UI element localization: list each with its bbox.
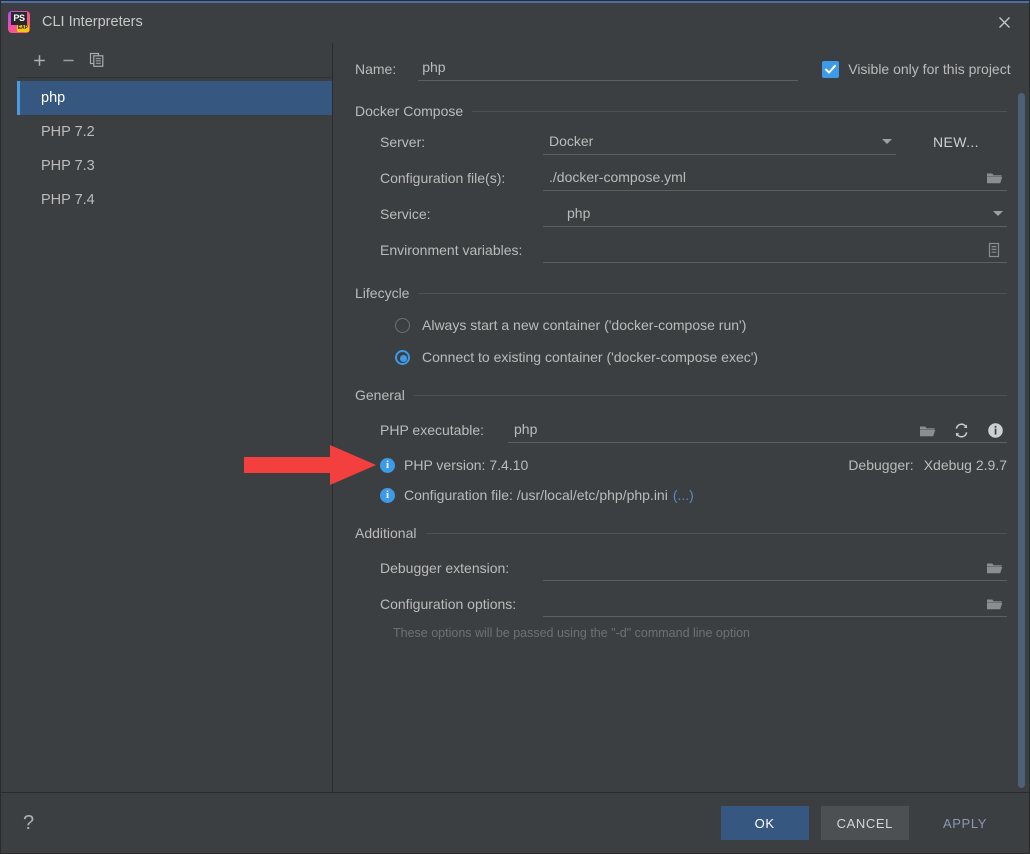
debugger-extension-row: Debugger extension:: [355, 557, 1007, 581]
general-section-header: General: [355, 387, 1007, 403]
name-label: Name:: [355, 61, 397, 77]
debugger-extension-input[interactable]: [543, 557, 1007, 581]
configuration-file-more-link[interactable]: (...): [673, 487, 694, 503]
section-divider: [425, 532, 1007, 534]
connect-to-existing-container-radio[interactable]: Connect to existing container ('docker-c…: [355, 349, 1007, 365]
docker-compose-section-header: Docker Compose: [355, 103, 1007, 119]
dialog-content: php PHP 7.2 PHP 7.3 PHP 7.4 Name: php Vi…: [1, 41, 1029, 792]
ok-button[interactable]: OK: [720, 806, 809, 840]
refresh-icon[interactable]: [951, 421, 971, 440]
server-dropdown[interactable]: Docker: [543, 131, 896, 155]
chevron-down-icon: [882, 138, 892, 144]
debugger-value: Xdebug 2.9.7: [923, 457, 1007, 473]
variables-list-icon[interactable]: [984, 241, 1004, 259]
add-interpreter-button[interactable]: [26, 48, 52, 72]
php-executable-value: php: [514, 421, 538, 437]
service-dropdown[interactable]: php: [543, 203, 1007, 227]
php-executable-actions: [917, 421, 1005, 440]
configuration-file-text: Configuration file: /usr/local/etc/php/p…: [404, 487, 668, 503]
phpstorm-icon: [8, 11, 30, 33]
environment-variables-row: Environment variables:: [355, 239, 1007, 263]
info-icon: i: [380, 457, 395, 473]
list-item[interactable]: PHP 7.4: [17, 183, 332, 217]
service-value: php: [567, 205, 591, 221]
additional-section-header: Additional: [355, 525, 1007, 541]
general-section-title: General: [355, 387, 405, 403]
list-item-label: PHP 7.2: [41, 124, 95, 140]
list-item-label: PHP 7.4: [41, 192, 95, 208]
list-item[interactable]: PHP 7.3: [17, 149, 332, 183]
list-item[interactable]: PHP 7.2: [17, 115, 332, 149]
configuration-options-hint: These options will be passed using the "…: [393, 626, 750, 640]
dialog-footer: ? OK CANCEL APPLY: [1, 792, 1029, 853]
name-input[interactable]: php: [418, 57, 799, 81]
configuration-options-input[interactable]: [543, 593, 1007, 617]
debugger-extension-label: Debugger extension:: [380, 560, 510, 576]
copy-interpreter-button[interactable]: [84, 48, 110, 72]
configuration-options-label: Configuration options:: [380, 596, 517, 612]
interpreters-toolbar: [17, 43, 332, 78]
visible-only-checkbox[interactable]: Visible only for this project: [822, 60, 1011, 78]
configuration-files-label: Configuration file(s):: [380, 170, 506, 186]
section-divider: [413, 394, 1007, 396]
list-item-label: PHP 7.3: [41, 158, 95, 174]
info-icon[interactable]: [985, 421, 1005, 440]
close-icon[interactable]: [985, 7, 1023, 37]
environment-variables-label: Environment variables:: [380, 242, 523, 258]
list-item[interactable]: php: [17, 81, 332, 115]
additional-section-title: Additional: [355, 525, 417, 541]
lifecycle-section-title: Lifecycle: [355, 285, 410, 301]
connect-to-existing-container-label: Connect to existing container ('docker-c…: [422, 349, 759, 365]
always-start-new-container-radio[interactable]: Always start a new container ('docker-co…: [355, 317, 1007, 333]
title-bar: CLI Interpreters: [1, 3, 1029, 41]
server-row: Server: Docker NEW...: [355, 131, 1007, 155]
apply-button[interactable]: APPLY: [921, 806, 1009, 840]
settings-scrollbar[interactable]: [1018, 93, 1025, 788]
service-row: Service: php: [355, 203, 1007, 227]
server-value: Docker: [549, 133, 594, 149]
configuration-files-row: Configuration file(s): ./docker-compose.…: [355, 167, 1007, 191]
debugger-label: Debugger:: [848, 457, 914, 473]
server-label: Server:: [380, 134, 426, 150]
environment-variables-input[interactable]: [543, 239, 1007, 263]
configuration-file-line: i Configuration file: /usr/local/etc/php…: [355, 487, 1007, 503]
folder-open-icon[interactable]: [917, 421, 937, 440]
php-executable-label: PHP executable:: [380, 422, 485, 438]
php-version-line: i PHP version: 7.4.10 Debugger: Xdebug 2…: [355, 457, 1007, 473]
radio-unchecked-icon: [395, 317, 410, 333]
remove-interpreter-button[interactable]: [55, 48, 81, 72]
cli-interpreters-dialog: CLI Interpreters: [0, 0, 1030, 854]
section-divider: [418, 292, 1007, 294]
chevron-down-icon: [993, 210, 1003, 216]
folder-open-icon[interactable]: [984, 595, 1004, 613]
new-server-button[interactable]: NEW...: [933, 134, 979, 155]
configuration-options-row: Configuration options:: [355, 593, 1007, 617]
service-label: Service:: [380, 206, 431, 222]
folder-open-icon[interactable]: [984, 559, 1004, 577]
radio-checked-icon: [395, 349, 410, 365]
scrollbar-thumb[interactable]: [1018, 93, 1025, 788]
always-start-new-container-label: Always start a new container ('docker-co…: [422, 317, 747, 333]
interpreters-panel: php PHP 7.2 PHP 7.3 PHP 7.4: [17, 43, 333, 792]
list-item-label: php: [41, 90, 66, 106]
interpreters-list[interactable]: php PHP 7.2 PHP 7.3 PHP 7.4: [17, 78, 332, 792]
docker-compose-section-title: Docker Compose: [355, 103, 464, 119]
help-button[interactable]: ?: [23, 812, 49, 835]
php-executable-input[interactable]: php: [508, 419, 1007, 443]
configuration-files-input[interactable]: ./docker-compose.yml: [543, 167, 1007, 191]
info-icon: i: [380, 487, 395, 503]
visible-only-label: Visible only for this project: [848, 61, 1011, 77]
name-row: Name: php Visible only for this project: [355, 41, 1011, 81]
cancel-button[interactable]: CANCEL: [820, 806, 909, 840]
php-version-text: PHP version: 7.4.10: [404, 457, 529, 473]
checkbox-checked-icon: [822, 60, 840, 78]
configuration-files-value: ./docker-compose.yml: [549, 169, 686, 185]
name-input-value: php: [422, 59, 446, 75]
window-title: CLI Interpreters: [42, 14, 143, 30]
section-divider: [472, 110, 1007, 112]
php-executable-row: PHP executable: php: [355, 419, 1007, 443]
folder-open-icon[interactable]: [984, 169, 1004, 187]
lifecycle-section-header: Lifecycle: [355, 285, 1007, 301]
interpreter-settings-panel: Name: php Visible only for this project: [333, 41, 1029, 792]
